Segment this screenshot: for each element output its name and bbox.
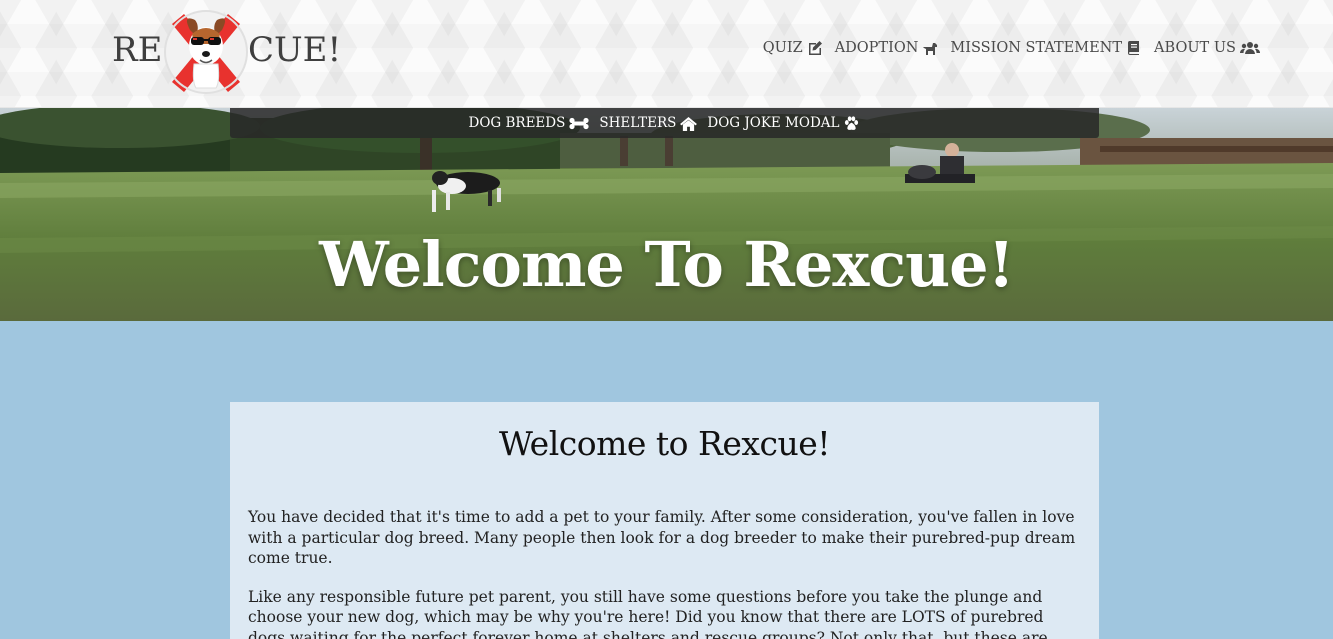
- intro-paragraph: You have decided that it's time to add a…: [248, 508, 1076, 567]
- home-icon: [680, 116, 698, 131]
- users-icon: [1240, 42, 1260, 54]
- logo-text-left: RE: [112, 30, 163, 70]
- nav-item-mission-statement[interactable]: MISSION STATEMENT: [950, 40, 1142, 56]
- main-nav: QUIZ ADOPTION MISSION STATEMENT ABOUT US: [751, 40, 1260, 56]
- site-logo[interactable]: RE CUE!: [112, 4, 341, 96]
- hero-title: Welcome To Rexcue!: [319, 228, 1015, 301]
- subnav-item-dog-joke-modal[interactable]: DOG JOKE MODAL: [707, 115, 860, 131]
- intro-paragraph: Like any responsible future pet parent, …: [248, 587, 1048, 639]
- nav-item-label: ABOUT US: [1154, 40, 1236, 56]
- nav-item-label: MISSION STATEMENT: [950, 40, 1123, 56]
- logo-text-right: CUE!: [248, 30, 342, 70]
- welcome-card: Welcome to Rexcue! You have decided that…: [230, 402, 1099, 639]
- subnav-item-label: SHELTERS: [599, 115, 677, 131]
- hero-banner: DOG BREEDS SHELTERS DOG JOKE MODAL Welco…: [0, 108, 1333, 321]
- nav-item-label: ADOPTION: [834, 40, 919, 56]
- site-header: RE CUE! QUIZ ADOPTION MISSION STATEMENT …: [0, 0, 1333, 108]
- paw-icon: [845, 115, 859, 130]
- dog-icon: [923, 43, 938, 55]
- nav-item-about-us[interactable]: ABOUT US: [1154, 40, 1260, 56]
- nav-item-adoption[interactable]: ADOPTION: [835, 40, 939, 56]
- subnav-item-label: DOG BREEDS: [468, 115, 566, 131]
- subnav-item-dog-breeds[interactable]: DOG BREEDS: [469, 115, 590, 131]
- subnav-item-label: DOG JOKE MODAL: [707, 115, 840, 131]
- bone-icon: [569, 117, 589, 129]
- nav-item-quiz[interactable]: QUIZ: [763, 40, 823, 56]
- lifebuoy-dog-logo-icon: [164, 10, 248, 94]
- book-icon: [1128, 41, 1140, 55]
- edit-icon: [808, 41, 822, 55]
- nav-item-label: QUIZ: [762, 40, 803, 56]
- subnav-item-shelters[interactable]: SHELTERS: [599, 115, 698, 131]
- sub-nav: DOG BREEDS SHELTERS DOG JOKE MODAL: [230, 108, 1099, 138]
- welcome-heading: Welcome to Rexcue!: [498, 424, 831, 463]
